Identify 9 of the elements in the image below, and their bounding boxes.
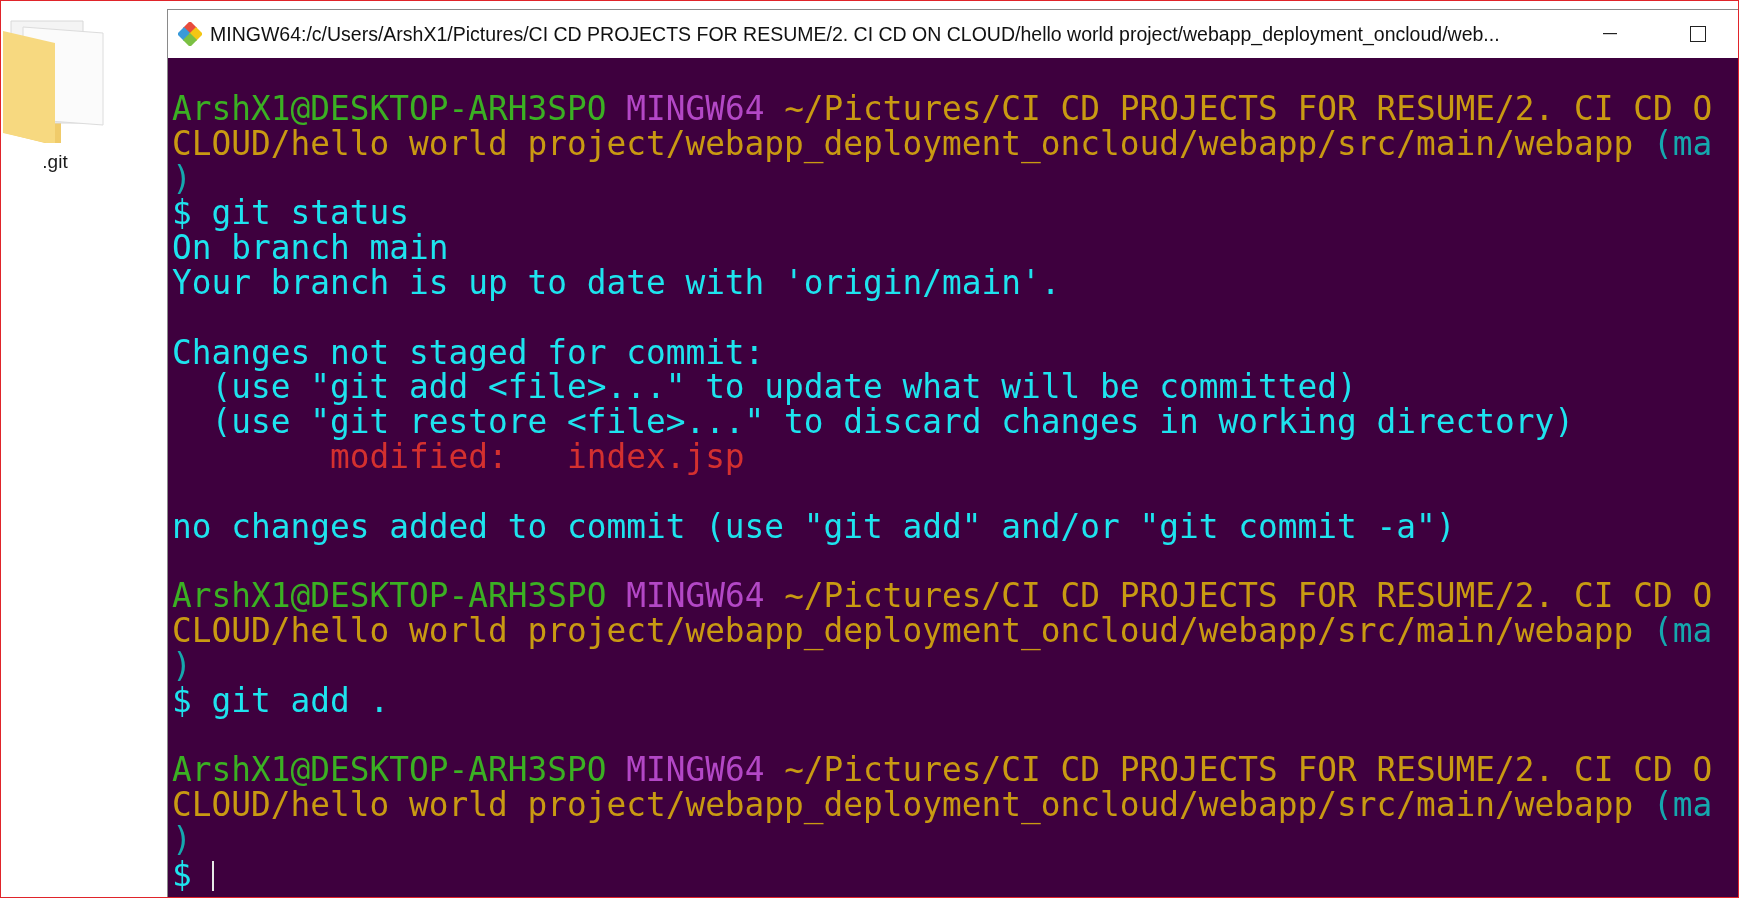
- folder-label: .git: [42, 151, 68, 173]
- output-text: no changes added to commit (use "git add" and/or "git commit -a"): [172, 507, 1456, 546]
- output-text: Your branch is up to date with 'origin/main'.: [172, 264, 1061, 302]
- git-bash-icon: [178, 22, 202, 46]
- window-title: MINGW64:/c/Users/ArshX1/Pictures/CI CD PROJECTS FOR RESUME/2. CI CD ON CLOUD/hello world project/webapp_deployment_oncloud/web...: [210, 22, 1501, 46]
- minimize-icon: [1603, 33, 1617, 35]
- maximize-icon: [1690, 26, 1706, 42]
- output-text: Changes not staged for commit:: [172, 333, 765, 372]
- terminal-area[interactable]: [168, 58, 1738, 897]
